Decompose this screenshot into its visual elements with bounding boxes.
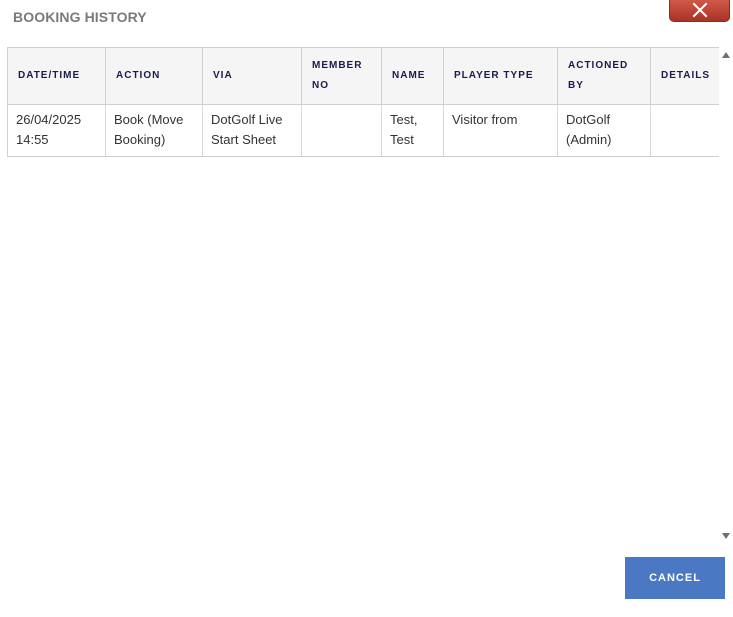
column-header-via[interactable]: VIA: [202, 47, 302, 105]
scroll-down-arrow-icon[interactable]: [722, 533, 730, 539]
cell-player-type: Visitor from: [443, 104, 558, 157]
cell-member-no: [301, 104, 382, 157]
column-header-datetime[interactable]: DATE/TIME: [7, 47, 106, 105]
cell-actioned-by: DotGolf (Admin): [557, 104, 651, 157]
cell-datetime: 26/04/2025 14:55: [7, 104, 106, 157]
column-header-member-no[interactable]: MEMBER NO: [301, 47, 382, 105]
history-table-container[interactable]: DATE/TIME ACTION VIA MEMBER NO NAME PLAY…: [7, 47, 719, 540]
cell-name: Test, Test: [381, 104, 444, 157]
cell-details: [650, 104, 719, 157]
cell-action: Book (Move Booking): [105, 104, 203, 157]
column-header-action[interactable]: ACTION: [105, 47, 203, 105]
dialog-title: BOOKING HISTORY: [13, 9, 147, 25]
cell-via: DotGolf Live Start Sheet: [202, 104, 302, 157]
vertical-scrollbar[interactable]: [720, 47, 733, 540]
column-header-actioned-by[interactable]: ACTIONED BY: [557, 47, 651, 105]
close-button[interactable]: [669, 0, 730, 22]
table-header-row: DATE/TIME ACTION VIA MEMBER NO NAME PLAY…: [7, 47, 719, 105]
column-header-name[interactable]: NAME: [381, 47, 444, 105]
close-x-icon: [692, 2, 707, 18]
column-header-details[interactable]: DETAILS: [650, 47, 719, 105]
cancel-button[interactable]: CANCEL: [625, 557, 725, 599]
scroll-up-arrow-icon[interactable]: [722, 52, 730, 58]
column-header-player-type[interactable]: PLAYER TYPE: [443, 47, 558, 105]
booking-history-table: DATE/TIME ACTION VIA MEMBER NO NAME PLAY…: [7, 47, 719, 157]
table-row[interactable]: 26/04/2025 14:55 Book (Move Booking) Dot…: [7, 104, 719, 157]
